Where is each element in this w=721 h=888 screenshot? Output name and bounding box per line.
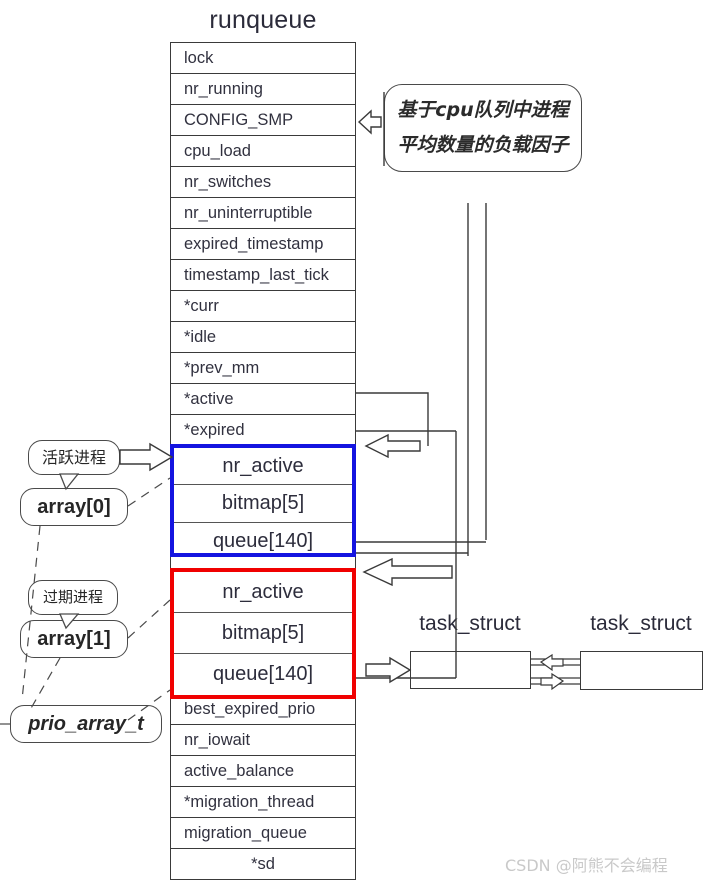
rq-field-nr-running: nr_running [171,74,355,105]
task-struct-2-title: task_struct [590,612,692,635]
leader-array1-to-prio [29,657,61,711]
active-array-nr-active: nr_active [174,448,352,486]
active-prio-array-box: nr_active bitmap[5] queue[140] [170,444,356,557]
label-prio-array-t: prio_array_t [10,705,162,743]
rq-field-config-smp: CONFIG_SMP [171,105,355,136]
rq-field-expired-timestamp: expired_timestamp [171,229,355,260]
runqueue-title: runqueue [209,6,317,34]
expired-array-inbound-arrow-icon [362,557,453,587]
expired-prio-array-box: nr_active bitmap[5] queue[140] [170,568,356,699]
expired-array-queue: queue[140] [212,663,314,685]
rq-field-migration-queue: migration_queue [171,818,355,849]
rq-field-nr-switches: nr_switches [171,167,355,198]
task-struct-inbound-arrow-icon [365,656,412,684]
rq-field-idle: *idle [171,322,355,353]
label-array0: array[0] [20,488,128,526]
label-array1: array[1] [20,620,128,658]
rq-field-nr-iowait: nr_iowait [171,725,355,756]
rq-field-lock: lock [171,43,355,74]
rq-field-expired: *expired [171,415,355,446]
leader-array0-to-blue [127,477,171,507]
task-struct-2-box [580,651,703,690]
expired-array-bitmap: bitmap[5] [174,613,352,654]
callout-line-2: 平均数量的负载因子 [397,134,569,156]
rq-field-curr: *curr [171,291,355,322]
active-process-arrow-icon [119,442,174,472]
rq-field-nr-uninterruptible: nr_uninterruptible [171,198,355,229]
ts-link-arrow-top-icon [539,653,564,672]
watermark: CSDN @阿熊不会编程 [505,856,668,875]
task-struct-1-box [410,651,531,689]
callout-arrow-icon [357,109,382,135]
leader-array1-to-red [127,599,171,639]
expired-array-nr-active: nr_active [174,572,352,613]
rq-field-active: *active [171,384,355,415]
rq-field-sd: *sd [171,849,355,880]
task-struct-1-title: task_struct [419,612,521,635]
rq-field-active-balance: active_balance [171,756,355,787]
rq-field-migration-thread: *migration_thread [171,787,355,818]
label-expired-process: 过期进程 [28,580,118,615]
rq-field-timestamp-last-tick: timestamp_last_tick [171,260,355,291]
active-array-queue: queue[140] [212,529,314,552]
active-pointer-wire [356,392,429,446]
active-array-bitmap: bitmap[5] [174,485,352,523]
callout-line-1: 基于cpu队列中进程 [397,99,569,121]
active-array-inbound-arrow-icon [364,433,421,459]
label-active-process: 活跃进程 [28,440,120,475]
ts-link-arrow-bottom-icon [540,672,565,691]
rq-field-prev-mm: *prev_mm [171,353,355,384]
active-process-pill-tail [59,473,80,491]
diagram-canvas: runqueue lock nr_running CONFIG_SMP cpu_… [0,0,721,888]
cpu-load-callout: 基于cpu队列中进程 平均数量的负载因子 [384,84,582,172]
rq-field-cpu-load: cpu_load [171,136,355,167]
